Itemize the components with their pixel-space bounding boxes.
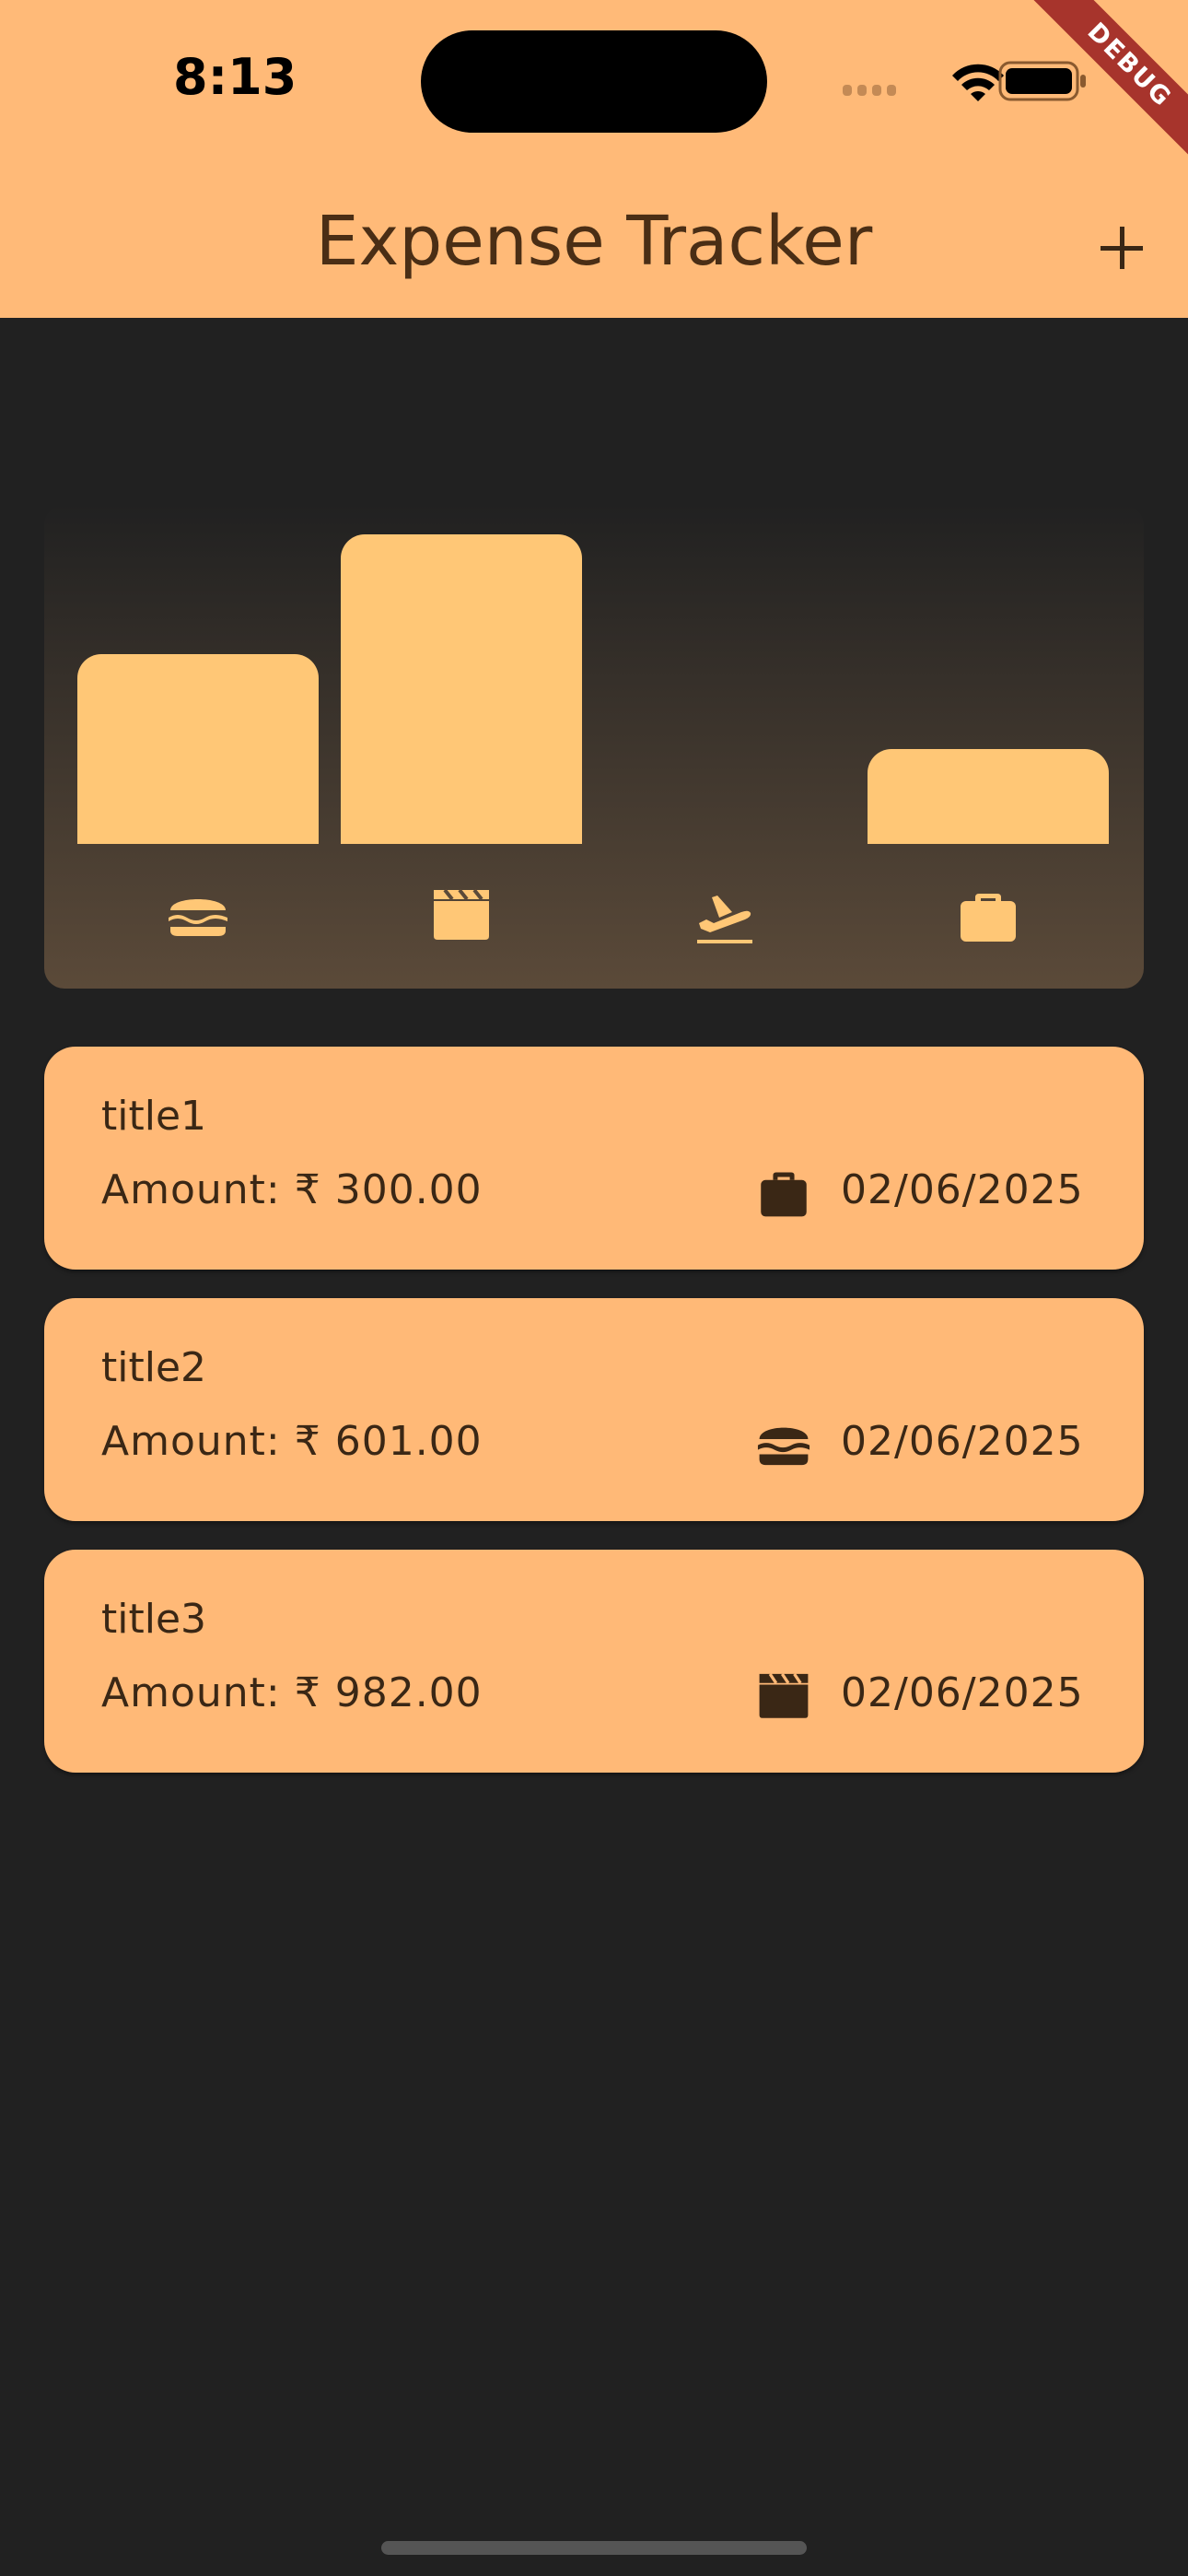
expense-card[interactable]: title2 Amount: ₹ 601.00 02/06/2025	[44, 1298, 1144, 1521]
debug-banner: DEBUG	[1022, 0, 1188, 166]
amount-label: Amount:	[101, 1166, 281, 1213]
wifi-icon	[952, 64, 1004, 101]
page-title: Expense Tracker	[315, 202, 873, 281]
amount-value: ₹ 601.00	[294, 1418, 483, 1465]
chart-bar-food	[77, 654, 319, 844]
add-expense-button[interactable]	[1077, 203, 1166, 291]
expense-card[interactable]: title1 Amount: ₹ 300.00 02/06/2025	[44, 1047, 1144, 1270]
home-indicator[interactable]	[381, 2541, 807, 2555]
expense-date: 02/06/2025	[841, 1669, 1084, 1716]
clapperboard-icon	[759, 1672, 809, 1718]
amount-value: ₹ 300.00	[294, 1166, 483, 1213]
clapperboard-icon	[434, 888, 489, 940]
flight-takeoff-icon	[697, 896, 752, 943]
hamburger-icon	[169, 899, 227, 936]
status-time: 8:13	[173, 48, 297, 106]
expense-title: title1	[101, 1093, 207, 1140]
chart-bar-work	[868, 749, 1109, 844]
amount-label: Amount:	[101, 1418, 281, 1465]
amount-label: Amount:	[101, 1669, 281, 1716]
amount-value: ₹ 982.00	[294, 1669, 483, 1716]
app-bar: 8:13 Expense Tracker	[0, 0, 1188, 318]
plus-icon	[1101, 227, 1143, 269]
briefcase-icon	[961, 894, 1016, 942]
briefcase-icon	[761, 1172, 807, 1217]
expense-chart	[44, 505, 1144, 989]
expense-amount: Amount: ₹ 982.00	[101, 1669, 483, 1716]
signal-icon	[843, 85, 896, 96]
expense-card[interactable]: title3 Amount: ₹ 982.00 02/06/2025	[44, 1550, 1144, 1773]
hamburger-icon	[757, 1427, 810, 1466]
expense-title: title3	[101, 1596, 207, 1643]
debug-label: DEBUG	[1029, 0, 1188, 166]
chart-bar-leisure	[341, 534, 582, 844]
expense-amount: Amount: ₹ 300.00	[101, 1166, 483, 1213]
expense-date: 02/06/2025	[841, 1418, 1084, 1465]
expense-date: 02/06/2025	[841, 1166, 1084, 1213]
dynamic-island	[421, 30, 767, 133]
expense-amount: Amount: ₹ 601.00	[101, 1418, 483, 1465]
expense-title: title2	[101, 1344, 207, 1391]
